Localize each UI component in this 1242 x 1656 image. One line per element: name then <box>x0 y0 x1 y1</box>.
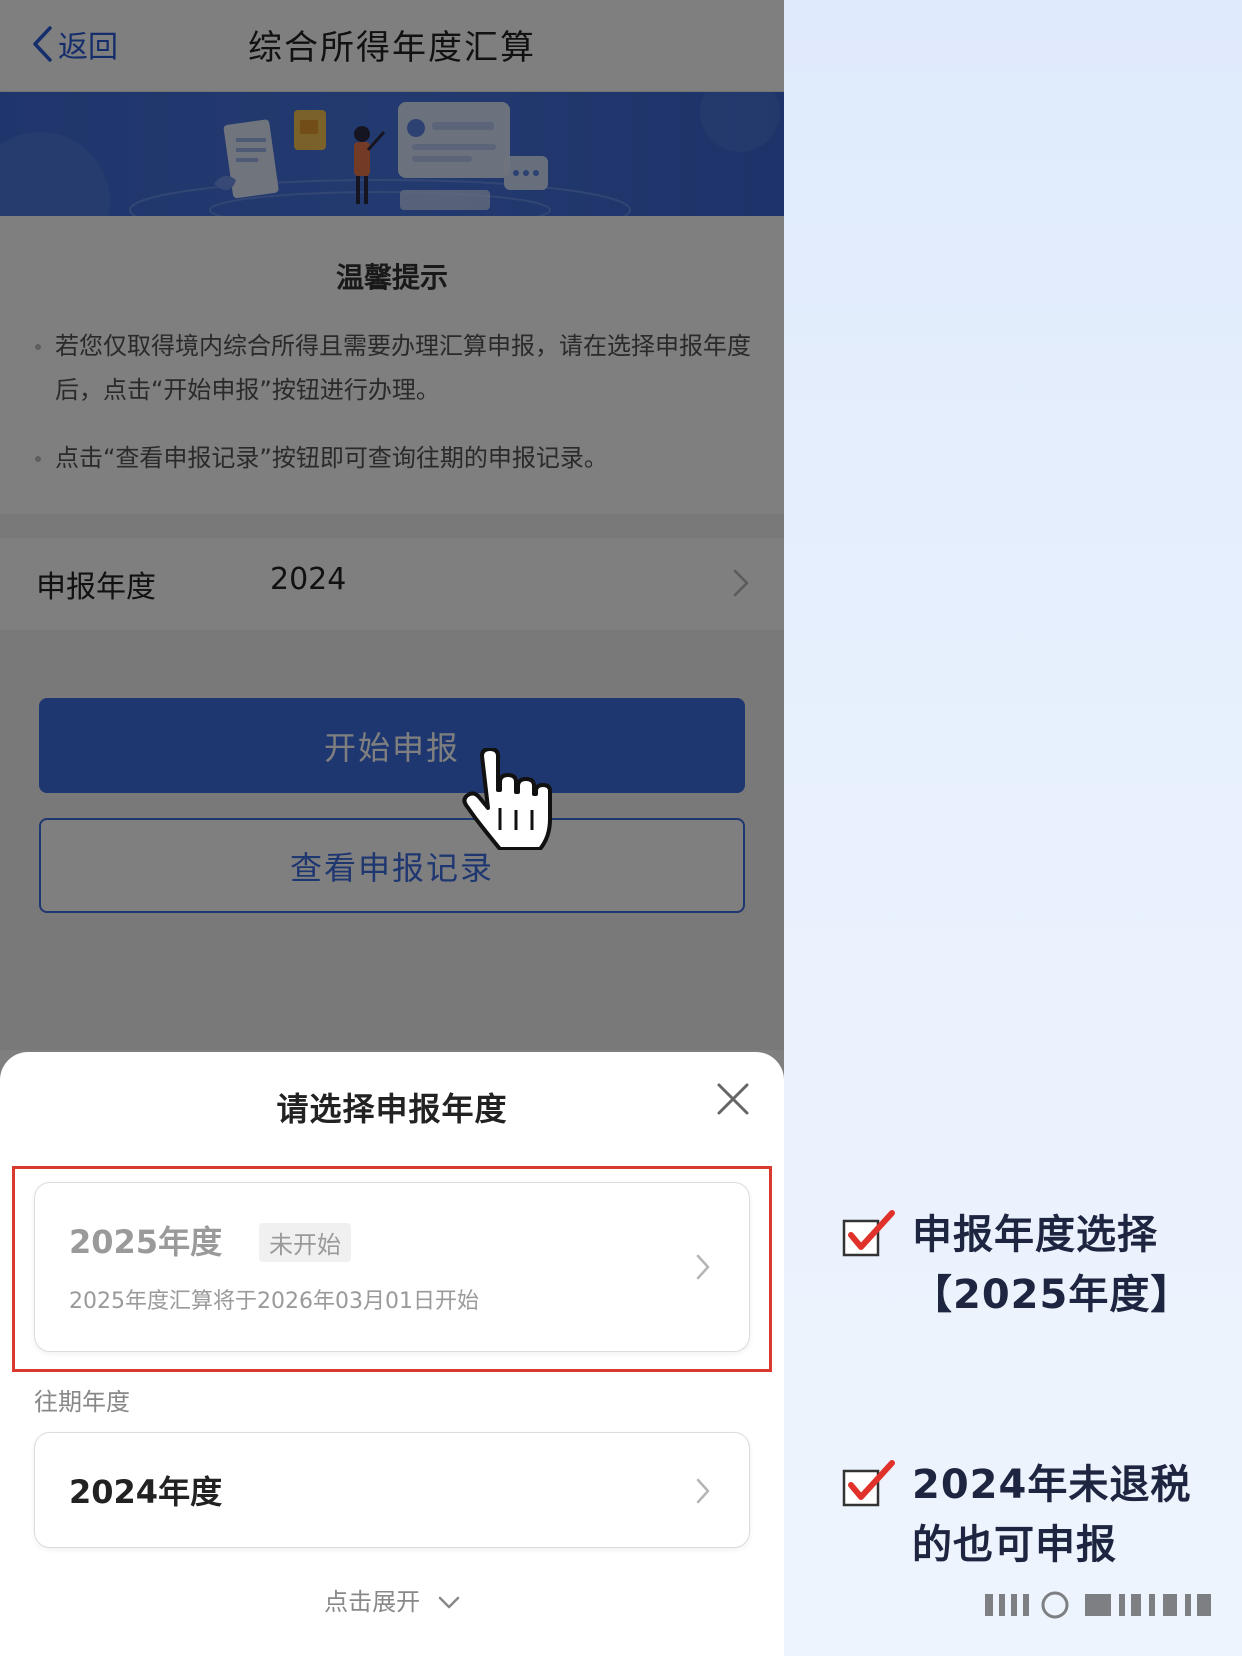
phone-screen: 返回 综合所得年度汇算 <box>0 0 784 1656</box>
chevron-down-icon <box>438 1596 460 1609</box>
year-picker-sheet: 请选择申报年度 2025年度 未开始 2025年度汇算将于2026年03月01日… <box>0 1052 784 1656</box>
checkbox-checked-icon <box>842 1460 895 1507</box>
annotation-text: 申报年度选择【2025年度】 <box>912 1212 1192 1318</box>
year-option-2024[interactable]: 2024年度 <box>34 1432 750 1548</box>
checkbox-checked-icon <box>842 1210 895 1257</box>
annotation-text: 2024年未退税的也可申报 <box>912 1462 1192 1568</box>
sheet-title: 请选择申报年度 <box>276 1090 508 1128</box>
watermark-logo <box>985 1591 1211 1619</box>
highlight-box <box>12 1166 772 1372</box>
close-icon[interactable] <box>716 1082 750 1116</box>
past-years-label: 往期年度 <box>34 1388 130 1416</box>
chevron-right-icon <box>696 1478 710 1504</box>
pointer-hand-icon <box>462 748 552 850</box>
expand-label: 点击展开 <box>324 1588 421 1616</box>
year-option-title: 2024年度 <box>69 1473 223 1511</box>
expand-button[interactable]: 点击展开 <box>0 1582 784 1617</box>
